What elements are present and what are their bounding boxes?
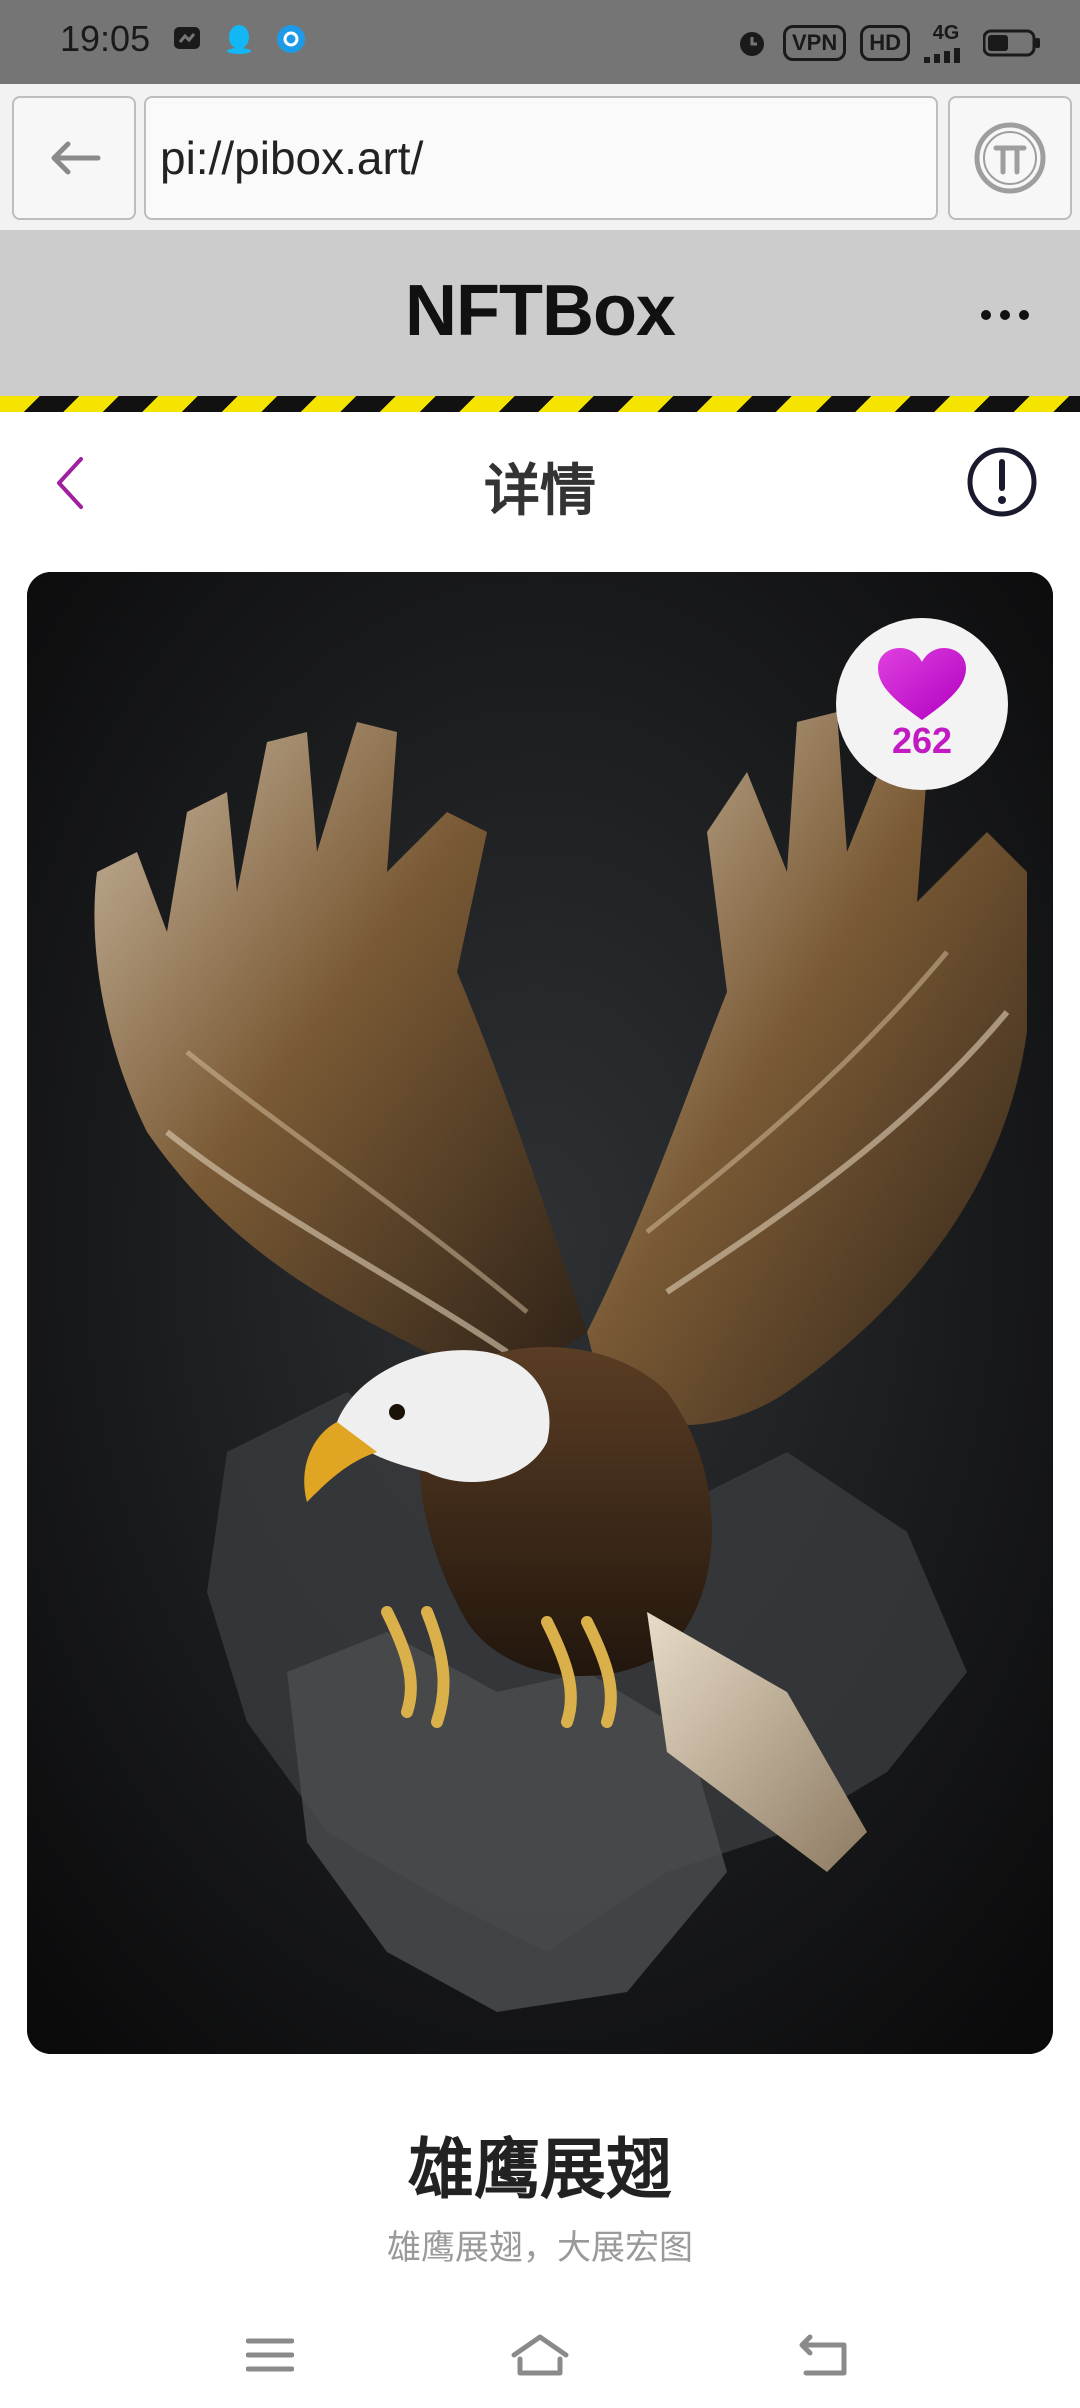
system-status-icons: VPN HD 4G <box>735 22 1042 63</box>
like-button[interactable]: 262 <box>836 618 1008 790</box>
more-button[interactable] <box>970 290 1040 340</box>
signal-icon <box>924 48 960 63</box>
more-dots-icon <box>981 310 1029 320</box>
url-text: pi://pibox.art/ <box>160 132 424 184</box>
system-navigation-bar <box>0 2300 1080 2408</box>
hd-badge: HD <box>860 24 910 61</box>
signal-indicator: 4G <box>924 22 968 63</box>
status-bar: 19:05 VPN HD 4G <box>0 0 1080 84</box>
back-icon <box>799 2334 847 2376</box>
battery-icon <box>982 26 1042 60</box>
menu-icon <box>246 2338 294 2372</box>
report-button[interactable] <box>964 444 1040 520</box>
browser-toolbar: pi://pibox.art/ <box>0 84 1080 232</box>
qq-icon <box>222 22 256 56</box>
nft-description: 雄鹰展翅，大展宏图 <box>387 2228 693 2268</box>
pi-logo-icon <box>974 122 1046 194</box>
app-bar: NFTBox <box>0 230 1080 396</box>
home-icon <box>511 2334 569 2376</box>
page-title: 详情 <box>484 459 596 524</box>
heart-icon <box>878 648 966 720</box>
network-type: 4G <box>932 22 960 44</box>
message-icon <box>170 22 204 56</box>
vpn-badge: VPN <box>782 24 847 61</box>
alarm-icon <box>735 26 769 60</box>
like-count: 262 <box>891 720 953 761</box>
url-field[interactable]: pi://pibox.art/ <box>144 96 938 220</box>
browser-back-button[interactable] <box>12 96 136 220</box>
info-circle-icon <box>967 447 1037 517</box>
detail-header: 详情 <box>0 412 1080 552</box>
system-back-button[interactable] <box>784 2320 864 2390</box>
menu-button[interactable] <box>230 2320 310 2390</box>
nft-title: 雄鹰展翅 <box>408 2131 672 2208</box>
app-title: NFTBox <box>405 271 676 351</box>
eagle-artwork-image <box>27 572 1053 2054</box>
hazard-stripe-divider <box>0 396 1080 412</box>
status-time: 19:05 <box>60 18 151 59</box>
notification-icons <box>170 22 308 56</box>
home-button[interactable] <box>500 2320 580 2390</box>
arrow-left-icon <box>51 141 101 175</box>
pi-browser-button[interactable] <box>948 96 1072 220</box>
nft-artwork[interactable] <box>27 572 1053 2054</box>
browser-icon <box>274 22 308 56</box>
